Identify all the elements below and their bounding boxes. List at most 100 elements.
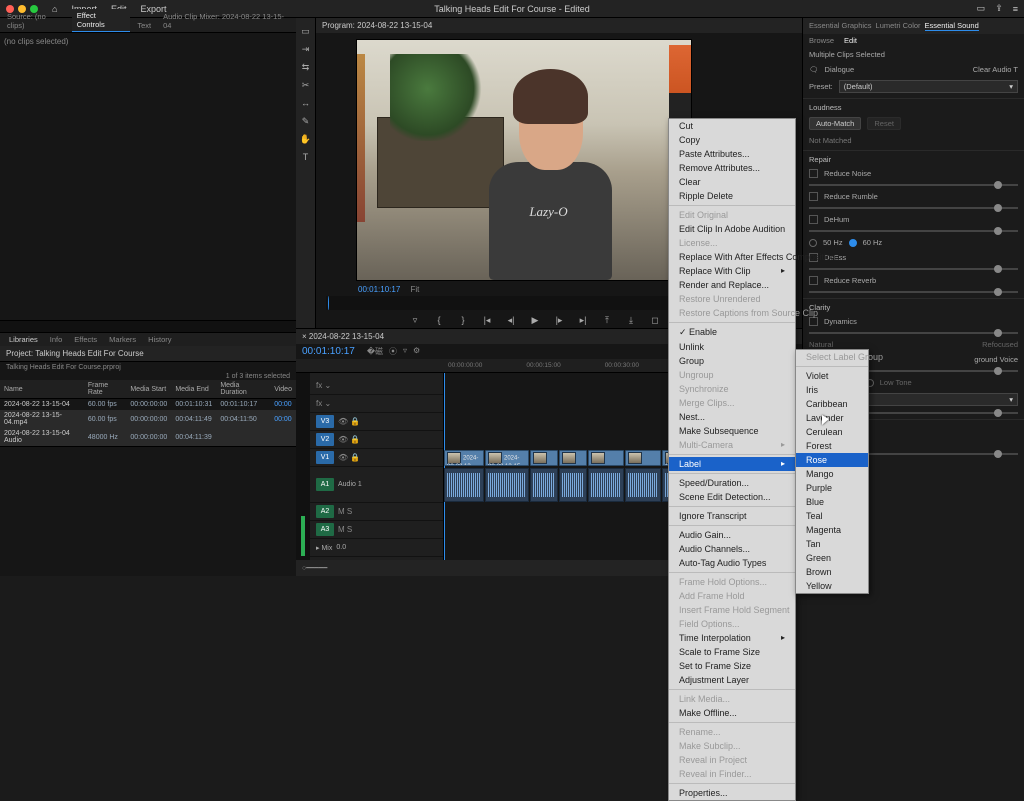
slip-tool-icon[interactable]: ↔ xyxy=(299,96,313,110)
zoom-slider[interactable]: ○━━━━━ xyxy=(302,564,327,572)
menu-item[interactable]: ✓ Enable xyxy=(669,325,795,340)
ripple-tool-icon[interactable]: ⇆ xyxy=(299,60,313,74)
audio-clip[interactable] xyxy=(530,468,558,502)
menu-item[interactable]: Yellow xyxy=(796,579,868,593)
clear-audiotype-button[interactable]: Clear Audio T xyxy=(973,65,1018,74)
program-tab[interactable]: Program: 2024-08-22 13-15-04 xyxy=(316,18,802,33)
menu-item[interactable]: Teal xyxy=(796,509,868,523)
section-clarity[interactable]: Clarity xyxy=(803,298,1024,314)
cell[interactable]: 2024-08-22 13-15-04.mp4 xyxy=(0,410,84,428)
reduce-rumble-slider[interactable] xyxy=(809,207,1018,209)
project-empty-area[interactable] xyxy=(0,446,296,576)
col-video[interactable]: Video xyxy=(270,380,296,399)
menu-item[interactable]: Set to Frame Size xyxy=(669,659,795,673)
menu-item[interactable]: Audio Channels... xyxy=(669,542,795,556)
tab-history[interactable]: History xyxy=(143,334,176,345)
col-media-end[interactable]: Media End xyxy=(171,380,216,399)
menu-item[interactable]: Speed/Duration... xyxy=(669,476,795,490)
quick-export-icon[interactable]: ▭ xyxy=(977,3,986,14)
program-video[interactable]: Lazy-O xyxy=(356,39,692,281)
timeline-tc[interactable]: 00:01:10:17 xyxy=(296,344,361,359)
tools-toolbar[interactable]: ▭ ⇥ ⇆ ✂ ↔ ✎ ✋ T xyxy=(296,18,316,328)
reduce-noise-slider[interactable] xyxy=(809,184,1018,186)
go-to-out-icon[interactable]: ▸| xyxy=(576,314,590,326)
menu-item[interactable]: Nest... xyxy=(669,410,795,424)
play-icon[interactable]: ▶ xyxy=(528,314,542,326)
track-a2[interactable]: A2 xyxy=(316,505,334,518)
source-scrubber[interactable] xyxy=(0,320,296,332)
reduce-reverb-slider[interactable] xyxy=(809,291,1018,293)
lift-icon[interactable]: ⤒ xyxy=(600,314,614,326)
col-name[interactable]: Name xyxy=(0,380,84,399)
menu-item[interactable]: Copy xyxy=(669,133,795,147)
project-tab[interactable]: Project: Talking Heads Edit For Course xyxy=(6,349,144,358)
col-frame-rate[interactable]: Frame Rate xyxy=(84,380,126,399)
menu-item[interactable]: Violet xyxy=(796,369,868,383)
menu-item[interactable]: Caribbean xyxy=(796,397,868,411)
deess-slider[interactable] xyxy=(809,268,1018,270)
razor-tool-icon[interactable]: ✂ xyxy=(299,78,313,92)
video-clip[interactable] xyxy=(625,450,661,466)
track-select-tool-icon[interactable]: ⇥ xyxy=(299,42,313,56)
menu-item[interactable]: Time Interpolation▸ xyxy=(669,631,795,645)
clip-context-menu[interactable]: CutCopyPaste Attributes...Remove Attribu… xyxy=(668,118,796,801)
dynamics-slider[interactable] xyxy=(809,332,1018,334)
menu-item[interactable]: Brown xyxy=(796,565,868,579)
menu-item[interactable]: Tan xyxy=(796,537,868,551)
mix-label[interactable]: Mix xyxy=(321,545,332,552)
track-v1[interactable]: V1 xyxy=(316,451,334,464)
menu-item[interactable]: Remove Attributes... xyxy=(669,161,795,175)
reduce-rumble-checkbox[interactable] xyxy=(809,192,818,201)
snap-icon[interactable]: �磁 xyxy=(367,346,383,357)
extract-icon[interactable]: ⤓ xyxy=(624,314,638,326)
tab-markers[interactable]: Markers xyxy=(104,334,141,345)
menu-item[interactable]: Audio Gain... xyxy=(669,528,795,542)
track-header-pane[interactable]: fx ⌄ fx ⌄ V3👁 🔒 V2👁 🔒 V1👁 🔒 A1Audio 1 A2… xyxy=(296,373,444,560)
track-v3[interactable]: V3 xyxy=(316,415,334,428)
hand-tool-icon[interactable]: ✋ xyxy=(299,132,313,146)
menu-item[interactable]: Render and Replace... xyxy=(669,278,795,292)
program-zoom[interactable]: Fit xyxy=(411,285,420,294)
auto-match-button[interactable]: Auto-Match xyxy=(809,117,861,130)
menu-item[interactable]: Clear xyxy=(669,175,795,189)
tab-info[interactable]: Info xyxy=(45,334,68,345)
menu-item[interactable]: Cerulean xyxy=(796,425,868,439)
right-tabs[interactable]: Essential Graphics Lumetri Color Essenti… xyxy=(803,18,1024,34)
menu-item[interactable]: Ripple Delete xyxy=(669,189,795,203)
program-tc-left[interactable]: 00:01:10:17 xyxy=(358,285,400,294)
track-a3[interactable]: A3 xyxy=(316,523,334,536)
preset-dropdown[interactable]: (Default)▾ xyxy=(839,80,1018,93)
dehum-checkbox[interactable] xyxy=(809,215,818,224)
col-media-duration[interactable]: Media Duration xyxy=(216,380,270,399)
menu-item[interactable]: Auto-Tag Audio Types xyxy=(669,556,795,570)
menu-item[interactable]: Iris xyxy=(796,383,868,397)
project-bin-table[interactable]: Name Frame Rate Media Start Media End Me… xyxy=(0,380,296,446)
mark-in-icon[interactable]: { xyxy=(432,314,446,326)
sequence-tab[interactable]: × 2024-08-22 13-15-04 xyxy=(302,332,384,341)
menu-item[interactable]: Purple xyxy=(796,481,868,495)
tab-audio-mixer[interactable]: Audio Clip Mixer: 2024-08-22 13-15-04 xyxy=(158,10,296,32)
menu-item[interactable]: Adjustment Layer xyxy=(669,673,795,687)
menu-item[interactable]: Forest xyxy=(796,439,868,453)
menu-item[interactable]: Mango xyxy=(796,467,868,481)
pen-tool-icon[interactable]: ✎ xyxy=(299,114,313,128)
source-tabs[interactable]: Source: (no clips) Effect Controls Text … xyxy=(0,18,296,33)
step-back-icon[interactable]: ◂| xyxy=(504,314,518,326)
reduce-reverb-checkbox[interactable] xyxy=(809,276,818,285)
menu-item[interactable]: Magenta xyxy=(796,523,868,537)
tab-essential-sound[interactable]: Essential Sound xyxy=(925,21,979,31)
mark-out-icon[interactable]: } xyxy=(456,314,470,326)
label-submenu[interactable]: Select Label GroupVioletIrisCaribbeanLav… xyxy=(795,349,869,594)
section-repair[interactable]: Repair xyxy=(803,150,1024,166)
workspaces-icon[interactable]: ≡ xyxy=(1013,4,1018,14)
section-loudness[interactable]: Loudness xyxy=(803,98,1024,114)
settings-icon[interactable]: ⚙ xyxy=(413,346,420,357)
marker-icon[interactable]: ▿ xyxy=(403,346,407,357)
video-clip[interactable] xyxy=(559,450,587,466)
reduce-noise-checkbox[interactable] xyxy=(809,169,818,178)
table-row[interactable]: 2024-08-22 13-15-04 60.00 fps 00:00:00:0… xyxy=(0,399,296,411)
video-clip[interactable] xyxy=(588,450,624,466)
menu-item[interactable]: Scale to Frame Size xyxy=(669,645,795,659)
es-subtabs[interactable]: Browse Edit xyxy=(803,34,1024,47)
hz50-radio[interactable] xyxy=(809,239,817,247)
